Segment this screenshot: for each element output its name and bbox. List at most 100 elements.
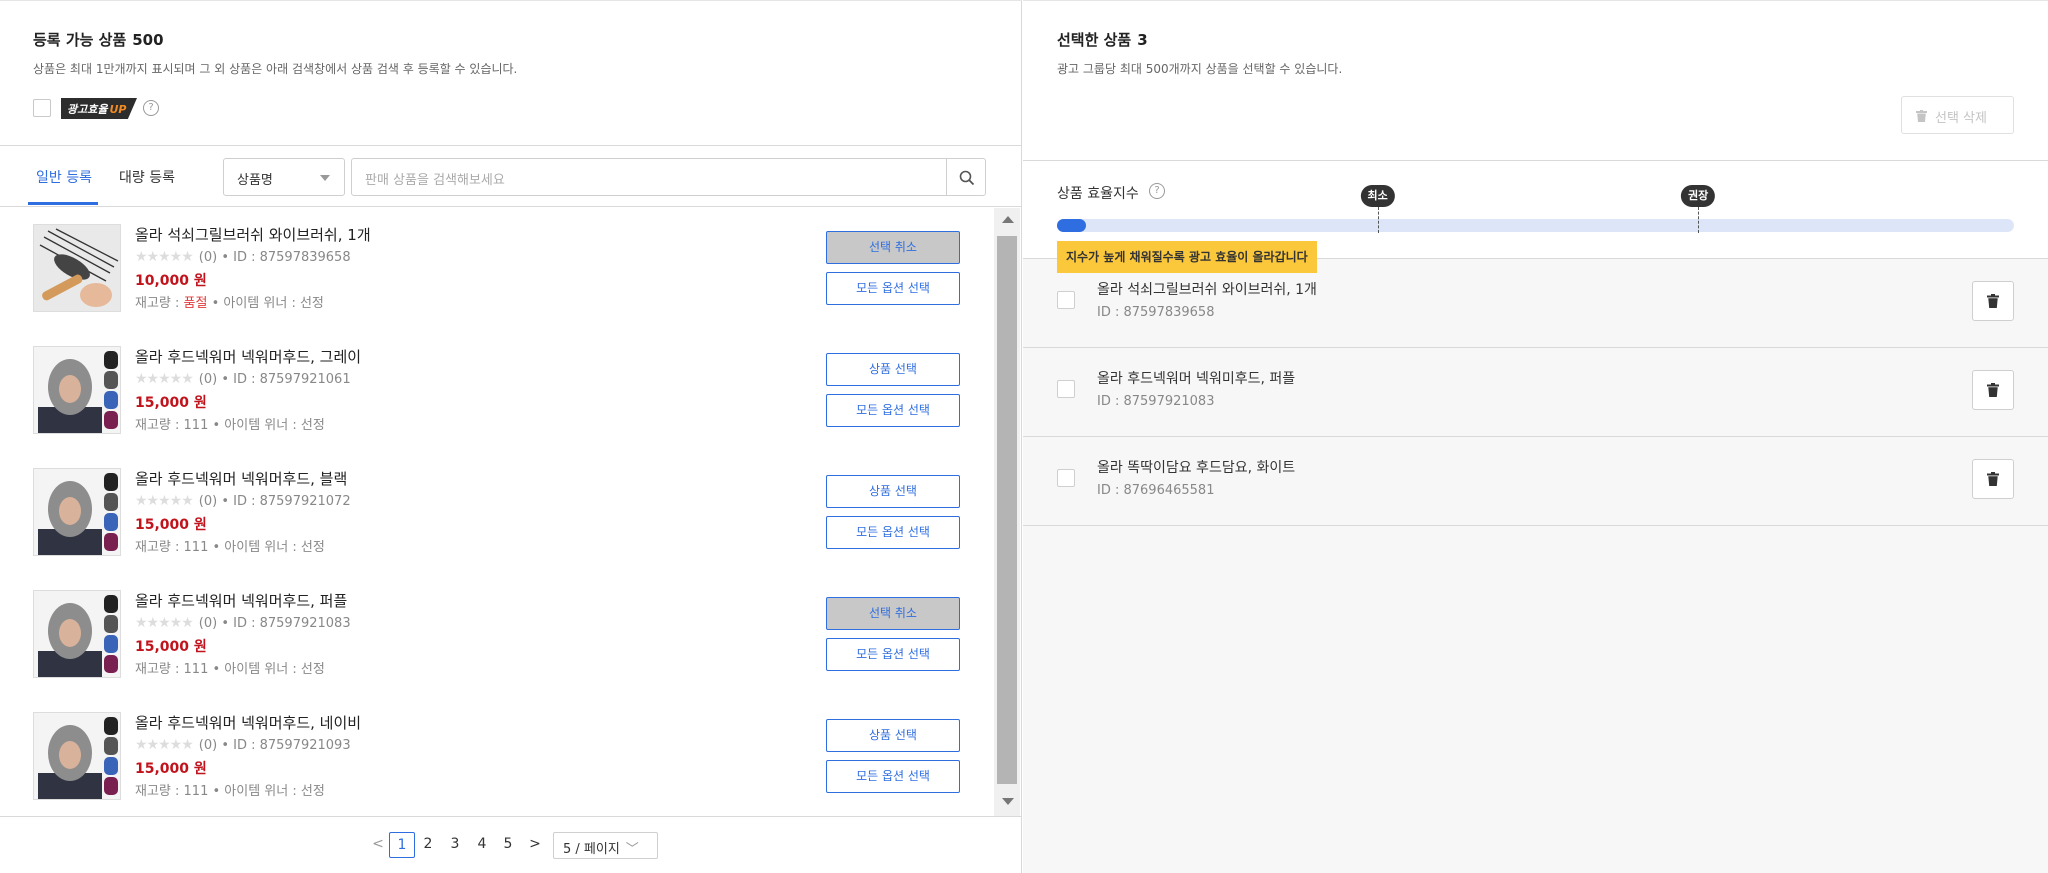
- stock-label: 재고량 :: [135, 418, 184, 433]
- product-price: 15,000 원: [135, 761, 207, 777]
- search-field-select[interactable]: 상품명: [223, 158, 345, 196]
- stock-value: 111: [183, 662, 209, 677]
- prev-page-button[interactable]: <: [365, 832, 391, 858]
- selected-products-count: 3: [1137, 31, 1148, 49]
- separator-dot: •: [217, 738, 234, 753]
- stock-label: 재고량 :: [135, 296, 184, 311]
- separator-dot: •: [217, 250, 234, 265]
- list-item: 올라 후드넥워머 넥워머후드, 블랙 ★★★★★ (0) • ID : 875979…: [0, 452, 992, 574]
- cancel-selection-button[interactable]: 선택 취소: [826, 231, 960, 264]
- page-button-5[interactable]: 5: [495, 832, 521, 858]
- list-item: 올라 석쇠그릴브러쉬 와이브러쉬, 1개 ★★★★★ (0) • ID : 8759…: [0, 208, 992, 330]
- rating-stars-icon: ★★★★★: [135, 615, 194, 631]
- rating-stars-icon: ★★★★★: [135, 371, 194, 387]
- tab-bulk-registration[interactable]: 대량 등록: [119, 167, 175, 187]
- product-list-scrollbar[interactable]: [994, 208, 1020, 816]
- efficiency-tooltip: 지수가 높게 채워질수록 광고 효율이 올라갑니다: [1057, 241, 1317, 273]
- trash-icon: [1916, 110, 1927, 122]
- available-products-count: 500: [132, 31, 164, 49]
- efficiency-progress-fill: [1057, 219, 1086, 232]
- delete-selected-button[interactable]: 선택 삭제: [1901, 96, 2014, 134]
- page-button-1[interactable]: 1: [389, 832, 415, 858]
- search-button[interactable]: [946, 158, 986, 196]
- product-thumbnail: [33, 590, 121, 678]
- page-button-3[interactable]: 3: [442, 832, 468, 858]
- select-all-options-button[interactable]: 모든 옵션 선택: [826, 760, 960, 793]
- efficiency-index-section: 상품 효율지수 ? 최소 권장 지수가 높게 채워질수록 광고 효율이 올라갑니…: [1023, 160, 2048, 273]
- product-name: 올라 후드넥워머 넥워머후드, 그레이: [135, 348, 362, 366]
- active-tab-indicator: [28, 202, 98, 205]
- list-item: 올라 후드넥워머 넥워머후드, 네이비 ★★★★★ (0) • ID : 87597…: [0, 696, 992, 816]
- chevron-down-icon: ﹀: [625, 842, 639, 857]
- efficiency-progress-bar: [1057, 219, 2014, 232]
- selected-product-checkbox[interactable]: [1057, 291, 1075, 309]
- select-product-button[interactable]: 상품 선택: [826, 353, 960, 386]
- recommended-marker-line: [1698, 207, 1700, 233]
- review-count: (0): [198, 250, 218, 265]
- scroll-up-arrow-icon[interactable]: [1002, 216, 1014, 223]
- available-products-title: 등록 가능 상품 500: [33, 29, 164, 50]
- available-products-description: 상품은 최대 1만개까지 표시되며 그 외 상품은 아래 검색창에서 상품 검색…: [33, 62, 518, 76]
- next-page-button[interactable]: >: [522, 832, 548, 858]
- review-count: (0): [198, 616, 218, 631]
- separator-dot: •: [208, 662, 225, 677]
- select-all-options-button[interactable]: 모든 옵션 선택: [826, 394, 960, 427]
- select-all-options-button[interactable]: 모든 옵션 선택: [826, 272, 960, 305]
- divider: [0, 816, 1022, 817]
- cancel-selection-button[interactable]: 선택 취소: [826, 597, 960, 630]
- select-all-options-button[interactable]: 모든 옵션 선택: [826, 516, 960, 549]
- scroll-down-arrow-icon[interactable]: [1002, 798, 1014, 805]
- delete-product-button[interactable]: [1972, 459, 2014, 499]
- tab-general-registration[interactable]: 일반 등록: [36, 167, 92, 187]
- help-icon[interactable]: ?: [1149, 183, 1165, 199]
- select-all-options-button[interactable]: 모든 옵션 선택: [826, 638, 960, 671]
- product-id: ID : 87597921083: [233, 616, 351, 631]
- select-product-button[interactable]: 상품 선택: [826, 475, 960, 508]
- product-thumbnail: [33, 712, 121, 800]
- per-page-value: 5 / 페이지: [563, 842, 620, 857]
- ad-efficiency-filter-checkbox[interactable]: [33, 99, 51, 117]
- trash-icon: [1987, 472, 1999, 486]
- selected-product-checkbox[interactable]: [1057, 380, 1075, 398]
- item-winner-status: 아이템 위너 : 선정: [224, 662, 325, 677]
- separator-dot: •: [208, 784, 225, 799]
- page-button-4[interactable]: 4: [469, 832, 495, 858]
- app-root: 등록 가능 상품 500 상품은 최대 1만개까지 표시되며 그 외 상품은 아래…: [0, 0, 2048, 873]
- rating-stars-icon: ★★★★★: [135, 737, 194, 753]
- product-meta: ★★★★★ (0) • ID : 87597839658: [135, 249, 351, 265]
- trash-icon: [1987, 383, 1999, 397]
- separator-dot: •: [217, 494, 234, 509]
- rating-stars-icon: ★★★★★: [135, 493, 194, 509]
- product-meta: ★★★★★ (0) • ID : 87597921083: [135, 615, 351, 631]
- delete-product-button[interactable]: [1972, 281, 2014, 321]
- page-button-2[interactable]: 2: [415, 832, 441, 858]
- delete-selected-label: 선택 삭제: [1935, 111, 1987, 126]
- available-products-header: 등록 가능 상품 500 상품은 최대 1만개까지 표시되며 그 외 상품은 아래…: [0, 0, 1022, 146]
- select-product-button[interactable]: 상품 선택: [826, 719, 960, 752]
- product-price: 10,000 원: [135, 273, 207, 289]
- search-icon: [959, 170, 975, 186]
- product-id: ID : 87597921093: [233, 738, 351, 753]
- recommended-marker-label: 권장: [1681, 185, 1716, 207]
- product-id: ID : 87597839658: [233, 250, 351, 265]
- product-search-input[interactable]: 판매 상품을 검색해보세요: [351, 158, 947, 196]
- help-icon[interactable]: ?: [143, 100, 159, 116]
- list-item: 올라 후드넥워머 넥워머후드, 퍼플 ★★★★★ (0) • ID : 875979…: [0, 574, 992, 696]
- stock-label: 재고량 :: [135, 662, 184, 677]
- available-products-title-text: 등록 가능 상품: [33, 31, 127, 49]
- ad-efficiency-up-badge: 광고효율 UP: [61, 98, 137, 119]
- trash-icon: [1987, 294, 1999, 308]
- available-products-panel: 등록 가능 상품 500 상품은 최대 1만개까지 표시되며 그 외 상품은 아래…: [0, 0, 1022, 873]
- badge-up-text: UP: [109, 103, 127, 116]
- product-stock: 재고량 : 111 • 아이템 위너 : 선정: [135, 536, 325, 555]
- selected-product-checkbox[interactable]: [1057, 469, 1075, 487]
- per-page-select[interactable]: 5 / 페이지 ﹀: [553, 832, 658, 859]
- product-name: 올라 석쇠그릴브러쉬 와이브러쉬, 1개: [135, 226, 371, 244]
- product-meta: ★★★★★ (0) • ID : 87597921093: [135, 737, 351, 753]
- scrollbar-thumb[interactable]: [997, 236, 1017, 784]
- stock-value: 111: [183, 540, 209, 555]
- separator-dot: •: [207, 296, 224, 311]
- product-stock: 재고량 : 111 • 아이템 위너 : 선정: [135, 414, 325, 433]
- selected-product-id: ID : 87597839658: [1097, 305, 1215, 320]
- delete-product-button[interactable]: [1972, 370, 2014, 410]
